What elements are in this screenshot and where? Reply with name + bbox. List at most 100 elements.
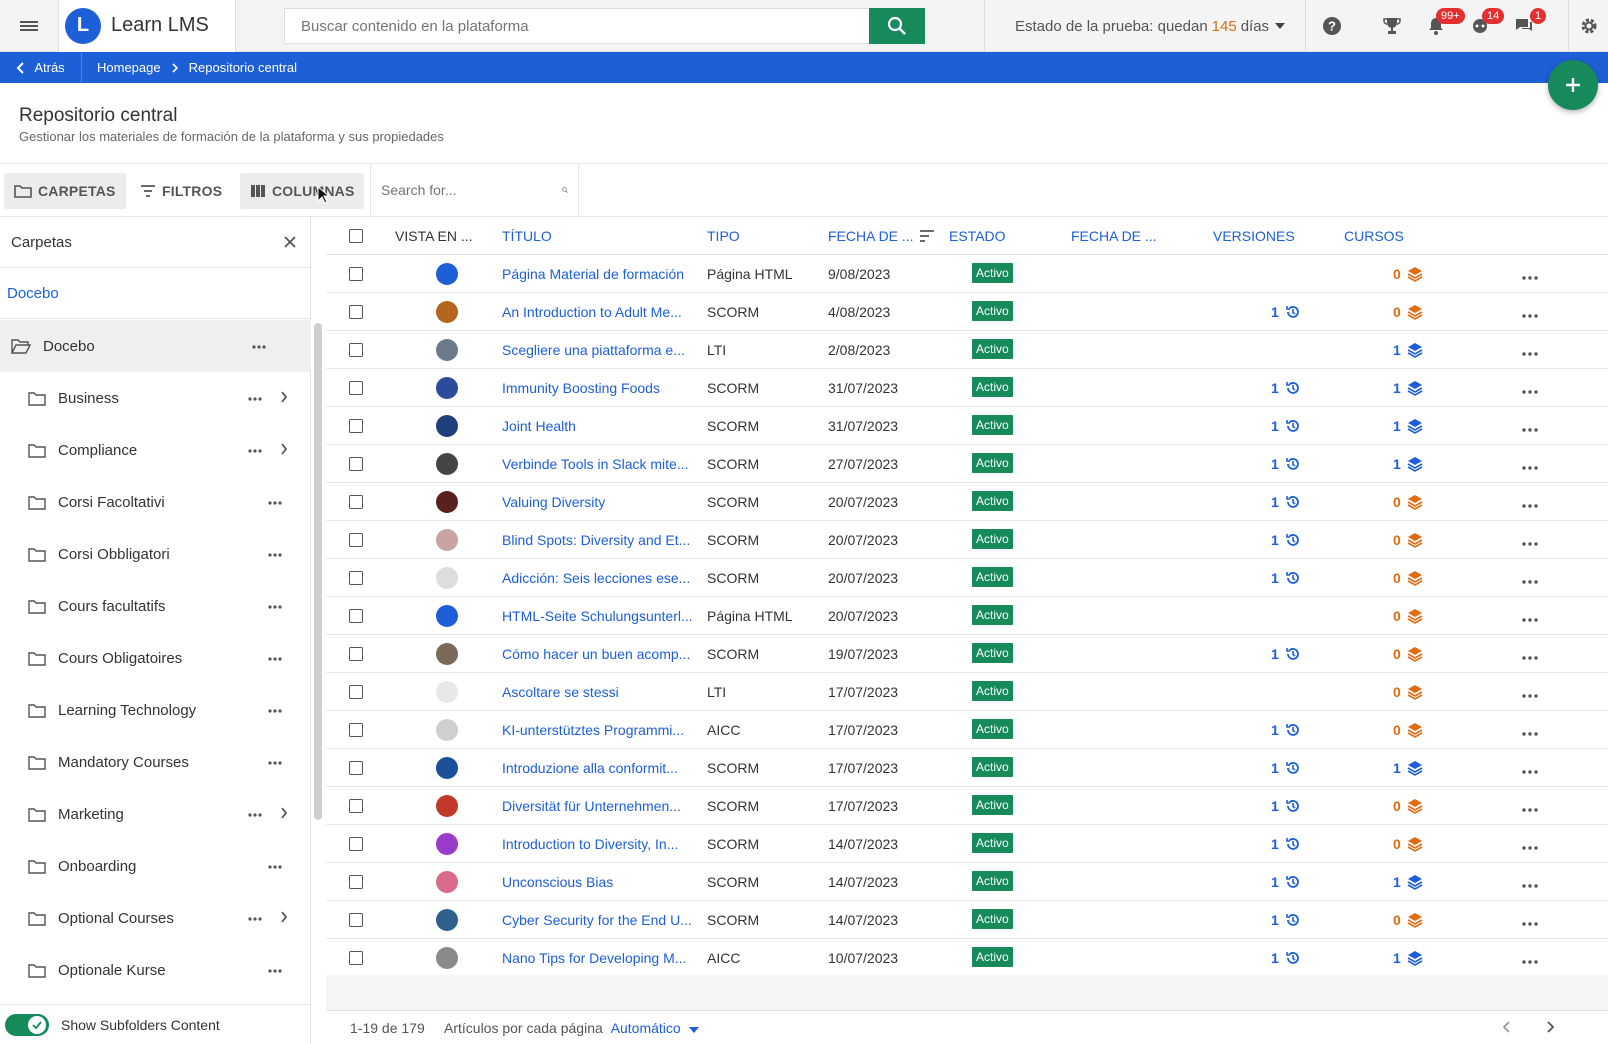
content-title-link[interactable]: Scegliere una piattaforma e... [502,342,706,358]
versions-link[interactable]: 1 [1271,532,1301,548]
row-checkbox[interactable] [349,305,363,319]
add-content-button[interactable] [1548,60,1598,110]
row-more-options-icon[interactable] [1522,495,1538,511]
content-title-link[interactable]: KI-unterstütztes Programmi... [502,722,706,738]
folder-item[interactable]: Optional Courses [0,892,311,944]
table-row[interactable]: Cyber Security for the End U... SCORM 14/0… [326,901,1608,939]
content-thumbnail[interactable] [436,795,458,817]
help-button[interactable]: ? [1310,0,1354,52]
versions-link[interactable]: 1 [1271,494,1301,510]
row-more-options-icon[interactable] [1522,837,1538,853]
columns-button[interactable]: COLUMNAS [240,173,365,209]
table-row[interactable]: HTML-Seite Schulungsunterl... Página HTML… [326,597,1608,635]
row-more-options-icon[interactable] [1522,685,1538,701]
row-checkbox[interactable] [349,799,363,813]
support-button[interactable]: 14 [1458,0,1505,52]
row-checkbox[interactable] [349,837,363,851]
row-more-options-icon[interactable] [1522,457,1538,473]
content-title-link[interactable]: Immunity Boosting Foods [502,380,706,396]
select-all-checkbox[interactable] [349,229,363,243]
versions-link[interactable]: 1 [1271,304,1301,320]
courses-link[interactable]: 1 [1393,380,1423,396]
column-type[interactable]: TIPO [707,228,740,244]
per-page-select[interactable]: Automático [611,1020,681,1036]
table-row[interactable]: Blind Spots: Diversity and Et... SCORM 20/… [326,521,1608,559]
folder-item[interactable]: Business [0,372,311,424]
content-title-link[interactable]: Unconscious Bias [502,874,706,890]
sort-icon[interactable] [919,230,935,242]
content-title-link[interactable]: Ascoltare se stessi [502,684,706,700]
row-more-options-icon[interactable] [1522,419,1538,435]
global-search-input[interactable] [284,8,869,44]
folder-item[interactable]: Mandatory Courses [0,736,311,788]
row-checkbox[interactable] [349,571,363,585]
row-checkbox[interactable] [349,913,363,927]
table-row[interactable]: Unconscious Bias SCORM 14/07/2023 Activo 1 1 [326,863,1608,901]
versions-link[interactable]: 1 [1271,456,1301,472]
versions-link[interactable]: 1 [1271,836,1301,852]
more-options-icon[interactable] [268,700,282,717]
folder-item[interactable]: Onboarding [0,840,311,892]
content-thumbnail[interactable] [436,947,458,969]
content-thumbnail[interactable] [436,909,458,931]
courses-link[interactable]: 0 [1393,912,1423,928]
prev-page-button[interactable] [1502,1020,1512,1036]
content-thumbnail[interactable] [436,263,458,285]
content-thumbnail[interactable] [436,529,458,551]
column-status[interactable]: ESTADO [949,228,1006,244]
content-title-link[interactable]: Verbinde Tools in Slack mite... [502,456,706,472]
courses-link[interactable]: 1 [1393,760,1423,776]
content-title-link[interactable]: Página Material de formación [502,266,706,282]
folder-root[interactable]: Docebo [0,320,311,372]
content-title-link[interactable]: Adicción: Seis lecciones ese... [502,570,706,586]
row-checkbox[interactable] [349,951,363,965]
courses-link[interactable]: 1 [1393,874,1423,890]
more-options-icon[interactable] [268,596,282,613]
table-row[interactable]: Introduction to Diversity, In... SCORM 14/… [326,825,1608,863]
content-title-link[interactable]: Blind Spots: Diversity and Et... [502,532,706,548]
row-more-options-icon[interactable] [1522,305,1538,321]
content-title-link[interactable]: HTML-Seite Schulungsunterl... [502,608,706,624]
table-row[interactable]: Scegliere una piattaforma e... LTI 2/08/20… [326,331,1608,369]
row-more-options-icon[interactable] [1522,381,1538,397]
folder-item[interactable]: Corsi Obbligatori [0,528,311,580]
content-thumbnail[interactable] [436,719,458,741]
folder-item[interactable]: Optionale Kurse [0,944,311,996]
courses-link[interactable]: 0 [1393,266,1423,282]
breadcrumb-home[interactable]: Homepage [97,60,161,75]
row-more-options-icon[interactable] [1522,799,1538,815]
versions-link[interactable]: 1 [1271,722,1301,738]
table-row[interactable]: Immunity Boosting Foods SCORM 31/07/2023 Ac… [326,369,1608,407]
row-more-options-icon[interactable] [1522,343,1538,359]
content-thumbnail[interactable] [436,453,458,475]
content-thumbnail[interactable] [436,567,458,589]
brand[interactable]: L Learn LMS [58,0,236,52]
table-search-input[interactable] [381,182,562,198]
column-date-2[interactable]: FECHA DE ... [1071,228,1157,244]
row-more-options-icon[interactable] [1522,647,1538,663]
search-icon[interactable] [562,182,568,198]
more-options-icon[interactable] [268,856,282,873]
row-checkbox[interactable] [349,647,363,661]
row-more-options-icon[interactable] [1522,761,1538,777]
courses-link[interactable]: 0 [1393,722,1423,738]
content-title-link[interactable]: Introduction to Diversity, In... [502,836,706,852]
courses-link[interactable]: 0 [1393,684,1423,700]
chevron-right-icon[interactable] [280,806,288,823]
row-checkbox[interactable] [349,761,363,775]
content-title-link[interactable]: Diversität für Unternehmen... [502,798,706,814]
folder-item[interactable]: Cours facultatifs [0,580,311,632]
content-thumbnail[interactable] [436,757,458,779]
row-checkbox[interactable] [349,419,363,433]
courses-link[interactable]: 0 [1393,304,1423,320]
versions-link[interactable]: 1 [1271,874,1301,890]
content-thumbnail[interactable] [436,643,458,665]
versions-link[interactable]: 1 [1271,646,1301,662]
more-options-icon[interactable] [248,388,262,405]
row-more-options-icon[interactable] [1522,723,1538,739]
sidebar-root-link[interactable]: Docebo [0,268,310,319]
filters-button[interactable]: FILTROS [130,173,232,209]
content-title-link[interactable]: Introduzione alla conformit... [502,760,706,776]
trial-status-dropdown[interactable]: Estado de la prueba: quedan 145 días [984,0,1306,52]
row-more-options-icon[interactable] [1522,571,1538,587]
